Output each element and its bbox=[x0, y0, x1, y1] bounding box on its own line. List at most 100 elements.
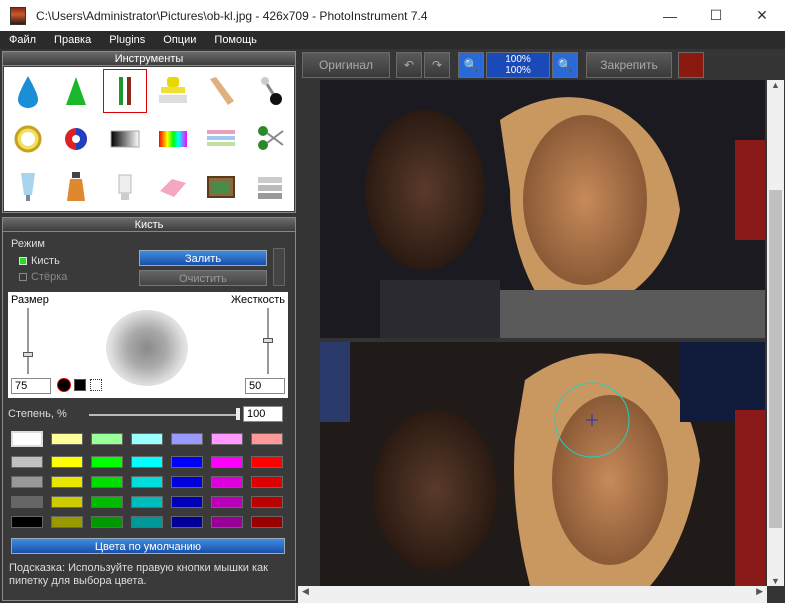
scroll-up-icon[interactable]: ▲ bbox=[767, 80, 784, 94]
brush-mode-option[interactable]: Кисть bbox=[19, 255, 60, 267]
size-slider-handle[interactable] bbox=[23, 352, 33, 357]
degree-input[interactable]: 100 bbox=[243, 406, 283, 422]
color-swatch[interactable] bbox=[11, 476, 43, 488]
horizontal-scrollbar[interactable]: ◀ ▶ bbox=[298, 586, 767, 603]
color-swatch[interactable] bbox=[11, 456, 43, 468]
tools-grid bbox=[4, 67, 294, 211]
minimize-button[interactable]: — bbox=[647, 0, 693, 31]
pin-icon[interactable] bbox=[248, 69, 292, 113]
color-swatch[interactable] bbox=[251, 476, 283, 488]
color-swatch[interactable] bbox=[51, 516, 83, 528]
brush-pencil-icon[interactable] bbox=[102, 69, 147, 113]
color-swatch[interactable] bbox=[51, 476, 83, 488]
zoom-in-button[interactable]: 🔍 bbox=[552, 52, 578, 78]
color-swatch[interactable] bbox=[211, 496, 243, 508]
color-wheel-icon[interactable] bbox=[54, 117, 98, 161]
color-swatch[interactable] bbox=[171, 433, 203, 445]
color-swatch[interactable] bbox=[171, 476, 203, 488]
color-swatch[interactable] bbox=[91, 433, 123, 445]
stamp-icon[interactable] bbox=[151, 69, 195, 113]
size-slider[interactable] bbox=[27, 308, 29, 374]
maximize-button[interactable]: ☐ bbox=[693, 0, 739, 31]
menu-help[interactable]: Помощь bbox=[205, 34, 266, 46]
color-swatch[interactable] bbox=[211, 476, 243, 488]
color-swatch[interactable] bbox=[91, 476, 123, 488]
color-swatch[interactable] bbox=[131, 516, 163, 528]
eraser-icon[interactable] bbox=[151, 165, 195, 209]
undo-button[interactable]: ↶ bbox=[396, 52, 422, 78]
close-button[interactable]: ✕ bbox=[739, 0, 785, 31]
title-bar: C:\Users\Administrator\Pictures\ob-kl.jp… bbox=[0, 0, 785, 31]
color-swatch[interactable] bbox=[171, 456, 203, 468]
color-swatch[interactable] bbox=[91, 456, 123, 468]
color-swatch[interactable] bbox=[211, 433, 243, 445]
stripes-icon[interactable] bbox=[199, 117, 243, 161]
color-swatch[interactable] bbox=[211, 456, 243, 468]
default-colors-button[interactable]: Цвета по умолчанию bbox=[11, 538, 285, 554]
menu-options[interactable]: Опции bbox=[154, 34, 205, 46]
color-swatch[interactable] bbox=[51, 456, 83, 468]
finger-icon[interactable] bbox=[199, 69, 243, 113]
menu-file[interactable]: Файл bbox=[0, 34, 45, 46]
degree-slider-handle[interactable] bbox=[236, 408, 240, 420]
brush-checkbox[interactable] bbox=[19, 257, 27, 266]
color-swatch[interactable] bbox=[251, 496, 283, 508]
image-canvas[interactable] bbox=[320, 80, 765, 586]
menu-plugins[interactable]: Plugins bbox=[100, 34, 154, 46]
color-swatch[interactable] bbox=[211, 516, 243, 528]
scroll-thumb[interactable] bbox=[769, 190, 782, 528]
color-swatch[interactable] bbox=[11, 496, 43, 508]
color-swatch[interactable] bbox=[251, 456, 283, 468]
pin-button[interactable]: Закрепить bbox=[586, 52, 672, 78]
selection-brush-icon[interactable] bbox=[90, 379, 102, 391]
color-swatch[interactable] bbox=[131, 456, 163, 468]
preset-scroller[interactable] bbox=[273, 248, 285, 286]
thumbnail-button[interactable] bbox=[678, 52, 704, 78]
scroll-left-icon[interactable]: ◀ bbox=[302, 586, 309, 597]
size-input[interactable]: 75 bbox=[11, 378, 51, 394]
color-swatch[interactable] bbox=[131, 496, 163, 508]
palette-icon[interactable] bbox=[151, 117, 195, 161]
text-icon[interactable] bbox=[248, 165, 292, 209]
degree-slider[interactable] bbox=[89, 414, 239, 416]
hardness-slider-handle[interactable] bbox=[263, 338, 273, 343]
color-swatch[interactable] bbox=[131, 476, 163, 488]
color-swatch[interactable] bbox=[251, 433, 283, 445]
eraser-checkbox[interactable] bbox=[19, 273, 27, 282]
color-swatch[interactable] bbox=[11, 516, 43, 528]
color-swatch[interactable] bbox=[51, 496, 83, 508]
scroll-right-icon[interactable]: ▶ bbox=[756, 586, 763, 597]
scissors-icon[interactable] bbox=[248, 117, 292, 161]
round-brush-icon[interactable] bbox=[57, 378, 71, 392]
color-swatch[interactable] bbox=[11, 431, 43, 447]
bulb-icon[interactable] bbox=[103, 165, 147, 209]
color-swatch[interactable] bbox=[91, 516, 123, 528]
scroll-down-icon[interactable]: ▼ bbox=[767, 576, 784, 586]
vertical-scrollbar[interactable]: ▲ ▼ bbox=[767, 80, 784, 586]
fill-button[interactable]: Залить bbox=[139, 250, 267, 266]
color-swatch[interactable] bbox=[251, 516, 283, 528]
tube-icon[interactable] bbox=[6, 165, 50, 209]
color-swatch[interactable] bbox=[171, 496, 203, 508]
color-swatch[interactable] bbox=[91, 496, 123, 508]
brush-settings-box: Размер Жесткость 75 50 bbox=[8, 292, 288, 398]
drop-icon[interactable] bbox=[6, 69, 50, 113]
color-swatch[interactable] bbox=[51, 433, 83, 445]
clock-icon[interactable] bbox=[6, 117, 50, 161]
image-icon[interactable] bbox=[199, 165, 243, 209]
toolbar: Оригинал ↶ ↷ 🔍 100% 100% 🔍 Закрепить bbox=[298, 51, 785, 79]
square-brush-icon[interactable] bbox=[74, 379, 86, 391]
zoom-out-button[interactable]: 🔍 bbox=[458, 52, 484, 78]
zoom-fit-button[interactable]: 100% 100% bbox=[486, 52, 550, 78]
gradient-icon[interactable] bbox=[103, 117, 147, 161]
bottle-icon[interactable] bbox=[54, 165, 98, 209]
clear-button[interactable]: Очистить bbox=[139, 270, 267, 286]
hardness-input[interactable]: 50 bbox=[245, 378, 285, 394]
redo-button[interactable]: ↷ bbox=[424, 52, 450, 78]
original-button[interactable]: Оригинал bbox=[302, 52, 390, 78]
cone-icon[interactable] bbox=[54, 69, 98, 113]
color-swatch[interactable] bbox=[171, 516, 203, 528]
color-swatch[interactable] bbox=[131, 433, 163, 445]
eraser-mode-option[interactable]: Стёрка bbox=[19, 271, 67, 283]
menu-edit[interactable]: Правка bbox=[45, 34, 100, 46]
